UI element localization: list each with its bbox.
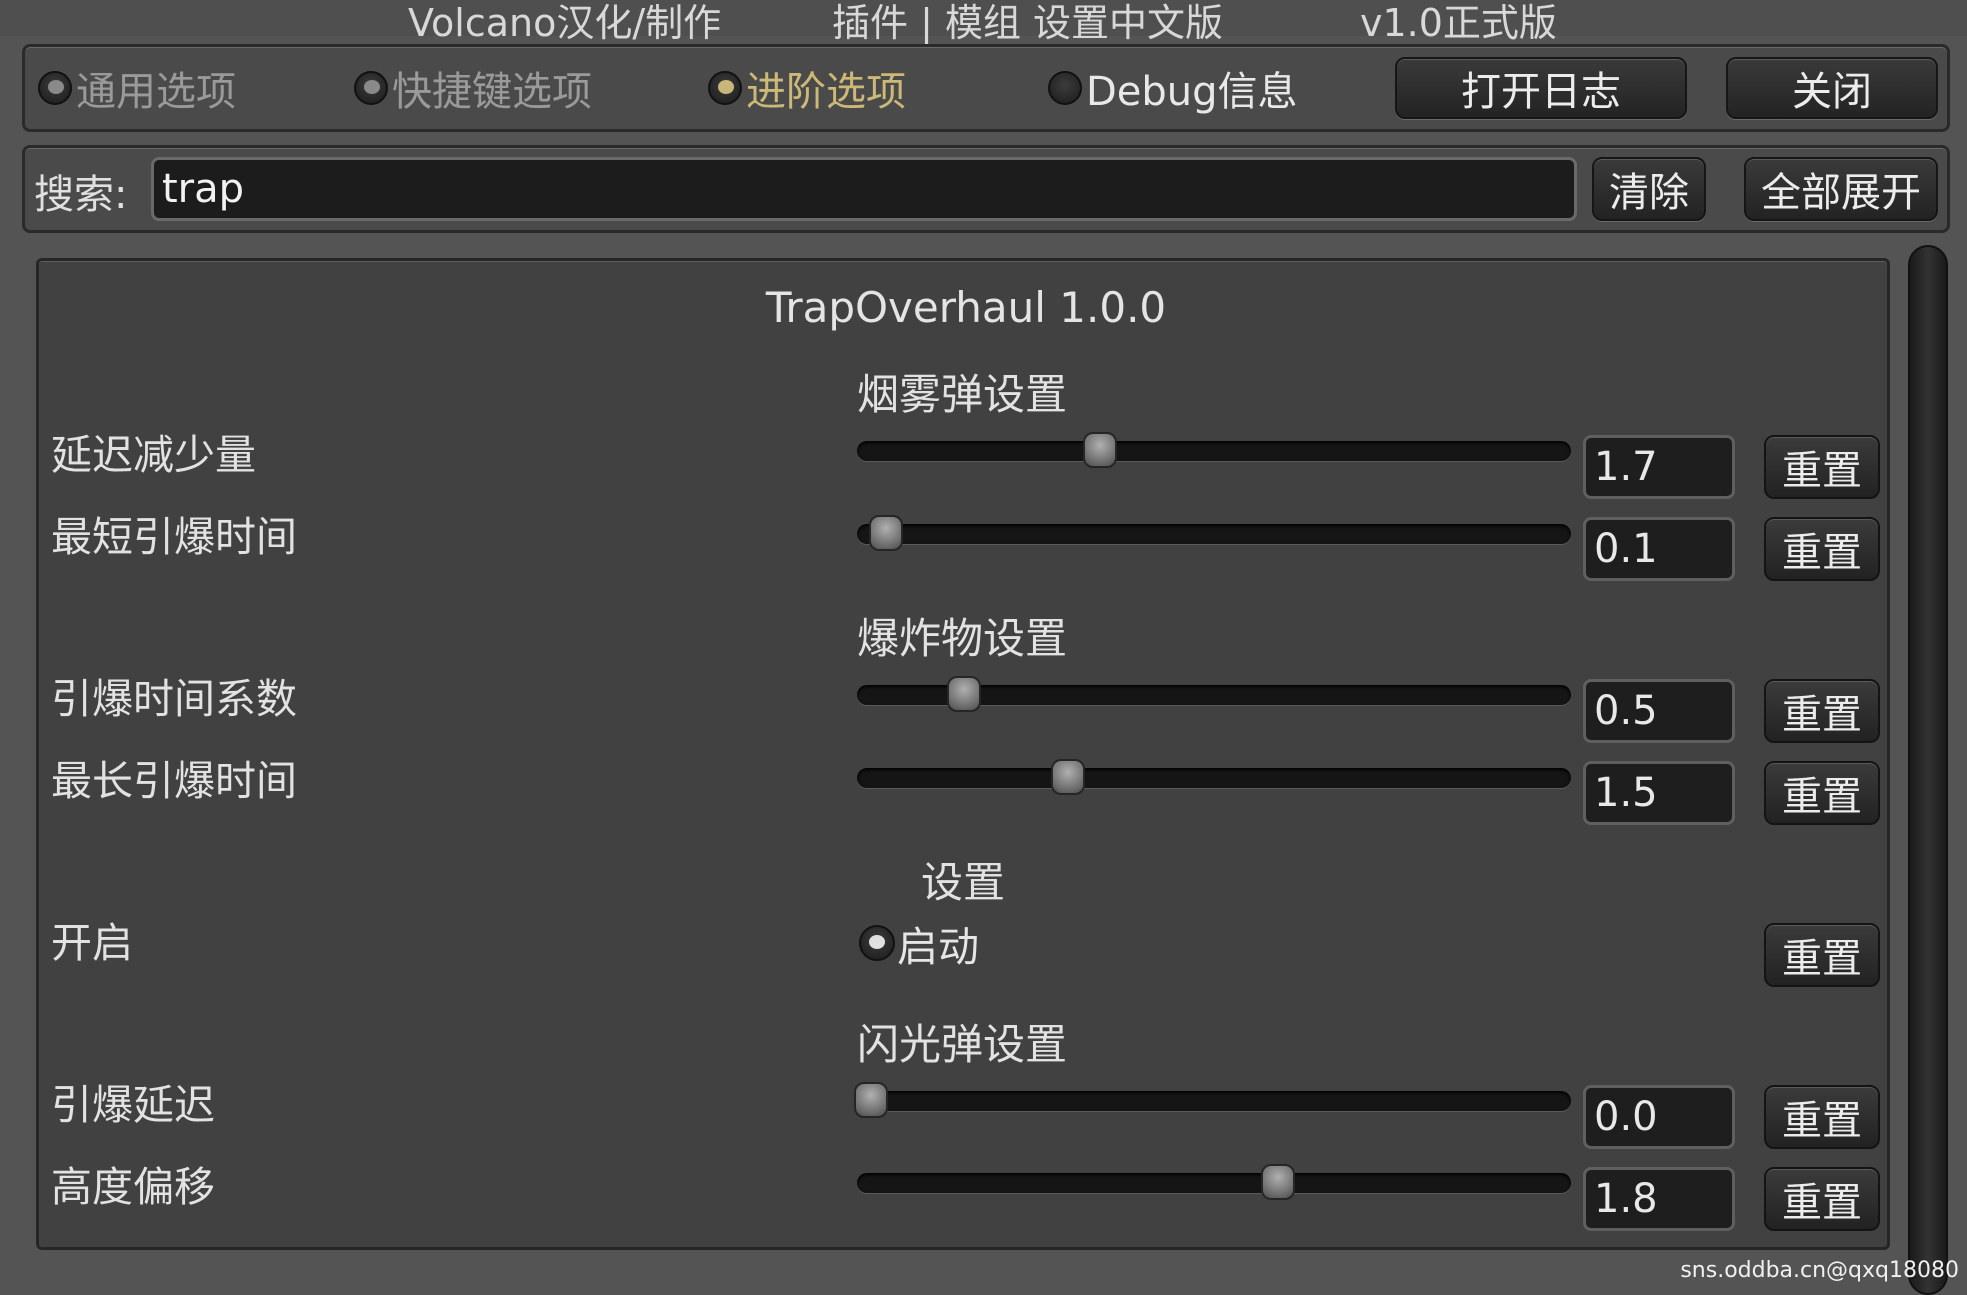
value-field[interactable]: 0.5 bbox=[1583, 679, 1735, 743]
tab-general[interactable]: 通用选项 bbox=[38, 58, 236, 118]
slider-thumb[interactable] bbox=[854, 1082, 888, 1118]
reset-button[interactable]: 重置 bbox=[1764, 923, 1880, 987]
setting-label: 引爆时间系数 bbox=[51, 665, 297, 725]
section-title: 设置 bbox=[921, 849, 1005, 910]
slider-thumb[interactable] bbox=[947, 676, 981, 712]
close-button[interactable]: 关闭 bbox=[1726, 57, 1938, 119]
radio-icon bbox=[38, 71, 72, 105]
tab-general-label: 通用选项 bbox=[76, 59, 236, 117]
tab-hotkeys[interactable]: 快捷键选项 bbox=[354, 58, 592, 118]
value-field[interactable]: 1.5 bbox=[1583, 761, 1735, 825]
setting-label: 开启 bbox=[51, 909, 133, 969]
slider-thumb[interactable] bbox=[869, 515, 903, 551]
vertical-scrollbar[interactable] bbox=[1908, 245, 1948, 1295]
setting-label: 最短引爆时间 bbox=[51, 503, 297, 563]
slider-thumb[interactable] bbox=[1083, 432, 1117, 468]
value-field[interactable]: 1.7 bbox=[1583, 435, 1735, 499]
tab-debug-label: Debug信息 bbox=[1086, 59, 1298, 117]
title-version: v1.0正式版 bbox=[1360, 0, 1557, 47]
setting-label: 最长引爆时间 bbox=[51, 747, 297, 807]
toggle-label: 启动 bbox=[897, 913, 979, 973]
title-description: 插件 | 模组 设置中文版 bbox=[832, 0, 1223, 47]
tab-advanced-label: 进阶选项 bbox=[746, 59, 906, 117]
value-field[interactable]: 1.8 bbox=[1583, 1167, 1735, 1231]
expand-all-button[interactable]: 全部展开 bbox=[1744, 157, 1938, 221]
slider-thumb[interactable] bbox=[1261, 1164, 1295, 1200]
open-log-button[interactable]: 打开日志 bbox=[1395, 57, 1687, 119]
section-title: 烟雾弹设置 bbox=[857, 361, 1067, 422]
mod-settings-panel: TrapOverhaul 1.0.0 烟雾弹设置 延迟减少量 1.7 重置 最短… bbox=[36, 258, 1890, 1250]
setting-label: 高度偏移 bbox=[51, 1153, 215, 1213]
tab-debug[interactable]: Debug信息 bbox=[1048, 58, 1298, 118]
value-field[interactable]: 0.1 bbox=[1583, 517, 1735, 581]
slider[interactable] bbox=[857, 1173, 1571, 1193]
section-title: 闪光弹设置 bbox=[857, 1011, 1067, 1072]
enable-toggle[interactable]: 启动 bbox=[859, 913, 979, 973]
window-title-bar: Volcano汉化/制作 插件 | 模组 设置中文版 v1.0正式版 bbox=[0, 0, 1967, 36]
watermark: sns.oddba.cn@qxq18080 bbox=[1680, 1258, 1959, 1283]
radio-icon bbox=[708, 71, 742, 105]
radio-icon bbox=[859, 925, 895, 961]
value-field[interactable]: 0.0 bbox=[1583, 1085, 1735, 1149]
mod-title: TrapOverhaul 1.0.0 bbox=[39, 283, 1893, 332]
setting-label: 引爆延迟 bbox=[51, 1071, 215, 1131]
reset-button[interactable]: 重置 bbox=[1764, 517, 1880, 581]
slider-thumb[interactable] bbox=[1051, 759, 1085, 795]
tab-advanced[interactable]: 进阶选项 bbox=[708, 58, 906, 118]
reset-button[interactable]: 重置 bbox=[1764, 761, 1880, 825]
slider[interactable] bbox=[857, 441, 1571, 461]
tab-hotkeys-label: 快捷键选项 bbox=[392, 59, 592, 117]
setting-label: 延迟减少量 bbox=[51, 421, 256, 481]
title-author: Volcano汉化/制作 bbox=[408, 0, 721, 47]
slider[interactable] bbox=[857, 524, 1571, 544]
reset-button[interactable]: 重置 bbox=[1764, 1085, 1880, 1149]
slider[interactable] bbox=[857, 768, 1571, 788]
reset-button[interactable]: 重置 bbox=[1764, 435, 1880, 499]
slider[interactable] bbox=[857, 1091, 1571, 1111]
radio-icon bbox=[354, 71, 388, 105]
reset-button[interactable]: 重置 bbox=[1764, 679, 1880, 743]
clear-button[interactable]: 清除 bbox=[1592, 157, 1706, 221]
slider[interactable] bbox=[857, 685, 1571, 705]
radio-icon bbox=[1048, 71, 1082, 105]
search-input[interactable] bbox=[151, 157, 1577, 221]
section-title: 爆炸物设置 bbox=[857, 605, 1067, 666]
reset-button[interactable]: 重置 bbox=[1764, 1167, 1880, 1231]
search-label: 搜索: bbox=[34, 162, 127, 220]
